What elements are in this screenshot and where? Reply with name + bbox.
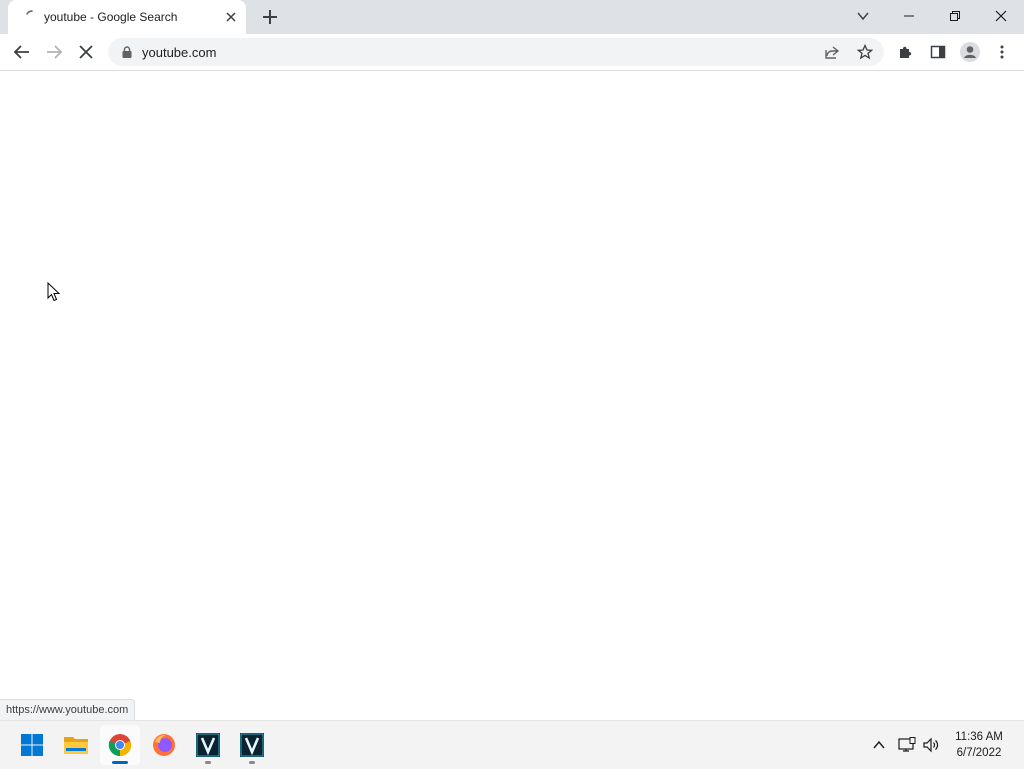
profile-icon [960, 42, 980, 62]
taskbar-app-v-1[interactable] [188, 725, 228, 765]
bookmark-star-icon[interactable] [857, 44, 873, 60]
url-text[interactable]: youtube.com [142, 45, 216, 60]
page-content [0, 71, 1024, 720]
app-v-icon [240, 733, 264, 757]
tab-active[interactable]: youtube - Google Search [8, 0, 246, 34]
firefox-icon [153, 734, 175, 756]
active-app-indicator [112, 761, 128, 764]
lock-icon[interactable] [120, 45, 134, 59]
chrome-menu-button[interactable] [988, 38, 1016, 66]
minimize-icon [904, 15, 914, 17]
back-icon [13, 45, 29, 59]
chrome-icon [108, 734, 132, 757]
tab-title: youtube - Google Search [44, 10, 178, 24]
stop-loading-icon [79, 45, 93, 59]
network-button[interactable] [896, 734, 918, 756]
taskbar-app-v-2[interactable] [232, 725, 272, 765]
windows-logo-icon [21, 734, 43, 756]
new-tab-icon[interactable] [260, 7, 280, 27]
taskbar-file-explorer[interactable] [56, 725, 96, 765]
address-bar[interactable]: youtube.com [108, 38, 884, 66]
chevron-up-icon [873, 740, 885, 749]
app-v-icon [196, 733, 220, 757]
menu-icon [1000, 45, 1004, 59]
taskbar: 11:36 AM 6/7/2022 [0, 720, 1024, 769]
restore-button[interactable] [932, 0, 978, 32]
tab-search-button[interactable] [840, 0, 886, 32]
tab-strip: youtube - Google Search [0, 0, 1024, 34]
running-app-indicator [205, 761, 211, 764]
chevron-down-icon [857, 12, 869, 21]
back-button[interactable] [8, 38, 36, 66]
share-icon[interactable] [824, 44, 840, 60]
clock-date: 6/7/2022 [956, 747, 1002, 759]
network-icon [898, 737, 916, 752]
profile-button[interactable] [956, 38, 984, 66]
side-panel-icon [930, 45, 946, 59]
close-window-button[interactable] [978, 0, 1024, 32]
folder-icon [64, 737, 88, 754]
taskbar-firefox[interactable] [144, 725, 184, 765]
browser-toolbar: youtube.com [0, 34, 1024, 71]
speaker-icon [923, 737, 939, 753]
close-icon [995, 10, 1007, 22]
extensions-button[interactable] [892, 38, 920, 66]
status-url-bubble: https://www.youtube.com [0, 699, 136, 721]
extensions-icon [900, 46, 912, 58]
forward-icon [47, 45, 63, 59]
side-panel-button[interactable] [924, 38, 952, 66]
minimize-button[interactable] [886, 0, 932, 32]
start-button[interactable] [12, 725, 52, 765]
stop-button[interactable] [72, 38, 100, 66]
close-tab-icon[interactable] [223, 9, 239, 25]
forward-button[interactable] [40, 38, 68, 66]
clock-time: 11:36 AM [955, 731, 1003, 743]
taskbar-clock[interactable]: 11:36 AM 6/7/2022 [946, 729, 1012, 761]
restore-icon [950, 11, 960, 21]
running-app-indicator [249, 761, 255, 764]
mouse-cursor-icon [47, 282, 61, 302]
loading-spinner-icon [26, 10, 33, 15]
volume-button[interactable] [920, 734, 942, 756]
taskbar-chrome[interactable] [100, 725, 140, 765]
show-hidden-icons-button[interactable] [868, 734, 890, 756]
